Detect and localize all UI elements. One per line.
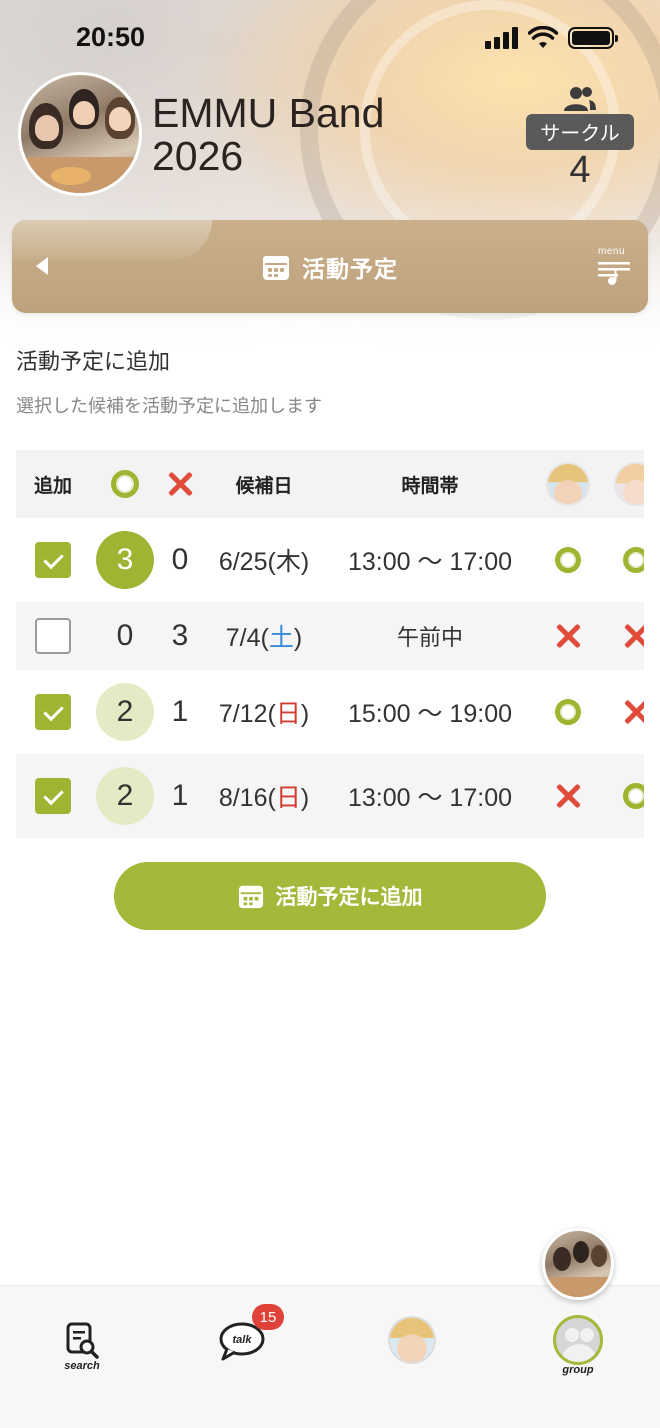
header-time: 時間帯 [401, 474, 459, 497]
table-header: 追加 候補日 時間帯 [16, 450, 644, 518]
battery-icon [568, 27, 618, 49]
ng-count: 0 [171, 543, 189, 576]
group-name: EMMU Band 2026 [152, 90, 385, 179]
add-to-schedule-button[interactable]: 活動予定に追加 [114, 862, 546, 930]
day-of-week: 日 [275, 784, 301, 812]
calendar-icon [238, 885, 263, 909]
header-ng [156, 450, 204, 518]
ng-cross-icon [167, 471, 193, 497]
header-add: 追加 [33, 474, 72, 497]
time-slot: 午前中 [396, 626, 463, 651]
header-date: 候補日 [235, 474, 293, 497]
circle-info[interactable]: サークル 4 [518, 86, 642, 190]
menu-icon [598, 262, 630, 285]
ng-count: 1 [171, 779, 189, 812]
people-icon [564, 87, 596, 111]
table-row: 2 1 8/16(日) 13:00 〜 17:00 [16, 754, 644, 838]
ng-count: 1 [171, 695, 189, 728]
add-checkbox[interactable] [35, 542, 71, 578]
status-icons [485, 26, 618, 50]
ng-cross-icon [555, 783, 581, 809]
nav-search[interactable]: search [42, 1310, 122, 1372]
page-title: 活動予定 [302, 256, 398, 283]
table-row: 2 1 7/12(日) 15:00 〜 19:00 [16, 670, 644, 754]
wifi-icon [528, 26, 558, 48]
day-of-week: 日 [275, 700, 301, 728]
add-button-label: 活動予定に追加 [275, 885, 423, 909]
nav-talk[interactable]: talk 15 [202, 1304, 284, 1370]
search-icon [66, 1322, 99, 1359]
talk-unread-badge: 15 [252, 1304, 284, 1330]
ok-count: 0 [116, 619, 134, 652]
ok-count: 2 [96, 683, 154, 741]
table-row: 0 3 7/4(土) 午前中 [16, 602, 644, 670]
section-title: 活動予定に追加 [16, 350, 171, 375]
add-checkbox[interactable] [35, 694, 71, 730]
header-member-2 [604, 450, 644, 518]
ng-count: 3 [171, 619, 189, 652]
member-avatar[interactable] [546, 462, 590, 506]
status-bar: 20:50 [0, 0, 660, 80]
ok-circle-icon [555, 547, 581, 573]
time-slot: 15:00 〜 19:00 [347, 700, 512, 728]
day-of-week: 木 [275, 548, 301, 576]
member-count: 4 [569, 149, 591, 191]
candidate-date: 7/4(土) [225, 624, 303, 652]
circle-badge: サークル [526, 114, 634, 150]
day-of-week: 土 [268, 624, 294, 652]
ok-circle-icon [623, 547, 644, 573]
cellular-signal-icon [485, 27, 518, 49]
calendar-icon [263, 255, 289, 280]
menu-button[interactable]: menu [596, 246, 632, 288]
ok-count: 2 [96, 767, 154, 825]
time-slot: 13:00 〜 17:00 [347, 548, 512, 576]
ok-circle-icon [623, 783, 644, 809]
status-time: 20:50 [76, 22, 146, 52]
floating-group-avatar[interactable] [542, 1228, 614, 1300]
candidate-table: 追加 候補日 時間帯 3 0 6/25(木) 13:00 〜 17:00 0 3… [16, 450, 644, 838]
nav-group-label: group [562, 1364, 594, 1376]
ok-count: 3 [96, 531, 154, 589]
group-icon [553, 1315, 603, 1365]
table-row: 3 0 6/25(木) 13:00 〜 17:00 [16, 518, 644, 602]
candidate-date: 6/25(木) [218, 548, 310, 576]
nav-group[interactable]: group [538, 1310, 618, 1376]
candidate-date: 8/16(日) [218, 784, 310, 812]
add-checkbox[interactable] [35, 618, 71, 654]
ok-circle-icon [111, 470, 139, 498]
member-avatar[interactable] [614, 462, 644, 506]
ng-cross-icon [623, 699, 644, 725]
nav-search-label: search [64, 1360, 100, 1372]
bottom-nav: search talk 15 group [0, 1285, 660, 1428]
add-checkbox[interactable] [35, 778, 71, 814]
header-ok [90, 450, 160, 518]
header-member-1 [536, 450, 600, 518]
nav-profile[interactable] [372, 1310, 452, 1370]
profile-avatar [388, 1316, 436, 1364]
title-center: 活動予定 [12, 220, 648, 313]
section-description: 選択した候補を活動予定に追加します [16, 396, 322, 417]
title-bar: 活動予定 menu [12, 220, 648, 313]
ng-cross-icon [555, 623, 581, 649]
group-avatar[interactable] [18, 72, 142, 196]
nav-talk-label: talk [233, 1334, 253, 1346]
time-slot: 13:00 〜 17:00 [347, 784, 512, 812]
ng-cross-icon [623, 623, 644, 649]
ok-circle-icon [555, 699, 581, 725]
candidate-date: 7/12(日) [218, 700, 310, 728]
